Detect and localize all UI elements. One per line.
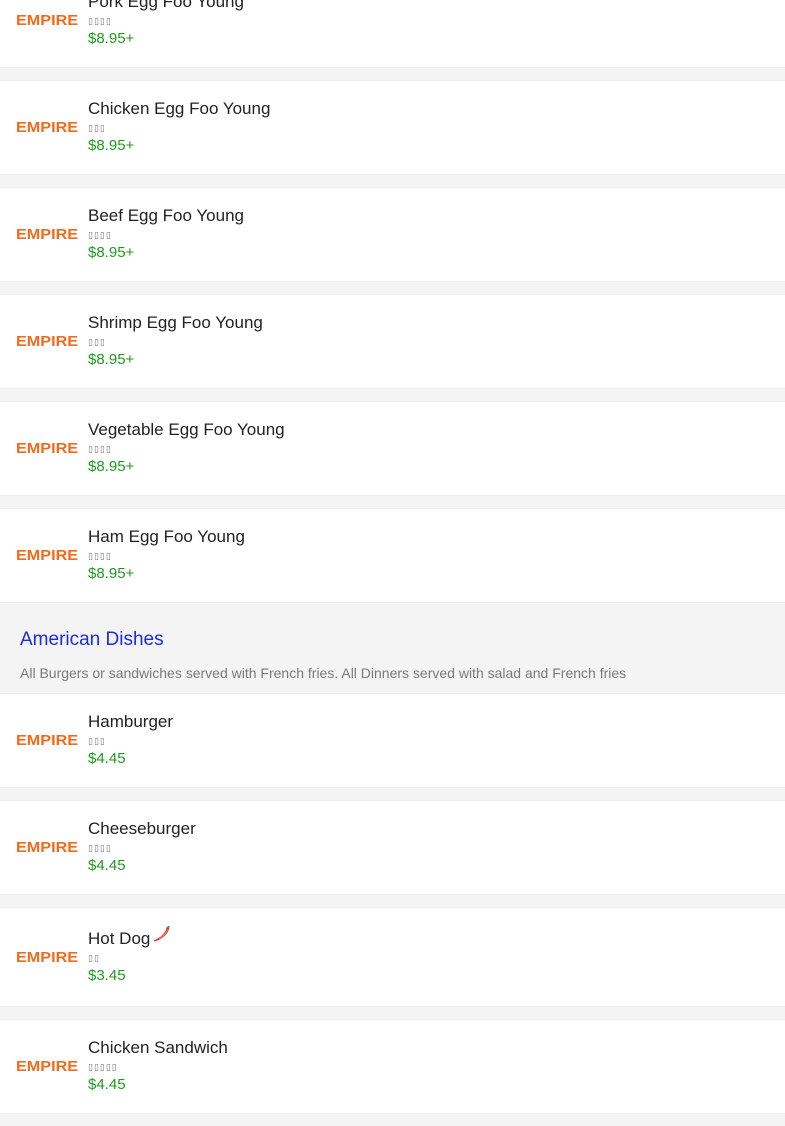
item-name: Beef Egg Foo Young	[88, 206, 244, 225]
item-chinese-name: ▯▯▯	[88, 337, 106, 347]
restaurant-logo: EMPIRE	[16, 12, 79, 30]
item-info: Chicken Egg Foo Young ▯▯▯ $8.95+	[88, 100, 270, 154]
item-price: $8.95+	[88, 351, 135, 368]
logo-text: EMPIRE	[16, 732, 79, 749]
section-title: American Dishes	[20, 629, 164, 650]
item-price: $8.95+	[88, 458, 135, 475]
item-chinese-name: ▯▯▯▯▯	[88, 1062, 118, 1072]
logo-text: EMPIRE	[16, 1058, 79, 1075]
chili-pepper-icon	[154, 926, 171, 942]
item-chinese-name: ▯▯▯▯	[88, 444, 112, 454]
item-name: Chicken Sandwich	[88, 1038, 228, 1057]
item-info: Beef Egg Foo Young ▯▯▯▯ $8.95+	[88, 207, 244, 261]
item-info: Pork Egg Foo Young ▯▯▯▯ $8.95+	[88, 0, 244, 47]
restaurant-logo: EMPIRE	[16, 226, 79, 244]
menu-item[interactable]: EMPIRE Cheeseburger ▯▯▯▯ $4.45	[0, 800, 785, 895]
item-name-row: Pork Egg Foo Young	[88, 0, 244, 11]
logo-text: EMPIRE	[16, 333, 79, 350]
menu-item[interactable]: EMPIRE Shrimp Egg Foo Young ▯▯▯ $8.95+	[0, 294, 785, 389]
item-price: $8.95+	[88, 565, 135, 582]
item-price: $4.45	[88, 750, 126, 767]
item-name: Vegetable Egg Foo Young	[88, 420, 285, 439]
item-name: Shrimp Egg Foo Young	[88, 313, 263, 332]
item-price: $8.95+	[88, 137, 135, 154]
restaurant-logo: EMPIRE	[16, 119, 79, 137]
menu-item[interactable]: EMPIRE Hot Dog ▯▯ $3.45	[0, 907, 785, 1007]
logo-text: EMPIRE	[16, 547, 79, 564]
item-name-row: Beef Egg Foo Young	[88, 207, 244, 225]
item-info: Shrimp Egg Foo Young ▯▯▯ $8.95+	[88, 314, 263, 368]
menu-item[interactable]: EMPIRE Chicken Sandwich ▯▯▯▯▯ $4.45	[0, 1019, 785, 1114]
item-chinese-name: ▯▯▯▯	[88, 16, 112, 26]
item-info: Ham Egg Foo Young ▯▯▯▯ $8.95+	[88, 528, 245, 582]
restaurant-logo: EMPIRE	[16, 333, 79, 351]
item-name: Cheeseburger	[88, 819, 196, 838]
menu-item[interactable]: EMPIRE Vegetable Egg Foo Young ▯▯▯▯ $8.9…	[0, 401, 785, 496]
logo-text: EMPIRE	[16, 839, 79, 856]
item-chinese-name: ▯▯▯▯	[88, 230, 112, 240]
item-price: $8.95+	[88, 30, 135, 47]
menu-item[interactable]: EMPIRE Pork Egg Foo Young ▯▯▯▯ $8.95+	[0, 0, 785, 68]
item-name: Pork Egg Foo Young	[88, 0, 244, 11]
item-price: $4.45	[88, 857, 126, 874]
item-price: $4.45	[88, 1076, 126, 1093]
restaurant-logo: EMPIRE	[16, 839, 79, 857]
item-info: Vegetable Egg Foo Young ▯▯▯▯ $8.95+	[88, 421, 285, 475]
restaurant-logo: EMPIRE	[16, 1058, 79, 1076]
logo-text: EMPIRE	[16, 226, 79, 243]
item-info: Cheeseburger ▯▯▯▯ $4.45	[88, 820, 196, 874]
logo-text: EMPIRE	[16, 119, 79, 136]
section-description: All Burgers or sandwiches served with Fr…	[20, 665, 627, 681]
item-name-row: Hot Dog	[88, 926, 173, 948]
item-chinese-name: ▯▯▯	[88, 123, 106, 133]
item-chinese-name: ▯▯▯▯	[88, 551, 112, 561]
item-name-row: Vegetable Egg Foo Young	[88, 421, 285, 439]
item-name-row: Shrimp Egg Foo Young	[88, 314, 263, 332]
restaurant-logo: EMPIRE	[16, 440, 79, 458]
item-chinese-name: ▯▯	[88, 953, 100, 963]
menu-item[interactable]: EMPIRE Hamburger ▯▯▯ $4.45	[0, 693, 785, 788]
item-name: Chicken Egg Foo Young	[88, 99, 271, 118]
item-name-row: Chicken Egg Foo Young	[88, 100, 270, 118]
item-name: Hot Dog	[88, 929, 151, 948]
item-name-row: Chicken Sandwich	[88, 1039, 228, 1057]
menu-list: EMPIRE Pork Egg Foo Young ▯▯▯▯ $8.95+ EM…	[0, 0, 785, 1126]
item-name-row: Hamburger	[88, 713, 173, 731]
logo-text: EMPIRE	[16, 948, 79, 966]
item-chinese-name: ▯▯▯▯	[88, 843, 112, 853]
item-name-row: Cheeseburger	[88, 820, 196, 838]
restaurant-logo: EMPIRE	[16, 732, 79, 750]
item-name-row: Ham Egg Foo Young	[88, 528, 245, 546]
restaurant-logo: EMPIRE	[16, 547, 79, 565]
logo-text: EMPIRE	[16, 12, 79, 29]
item-chinese-name: ▯▯▯	[88, 736, 106, 746]
section-header: American Dishes All Burgers or sandwiche…	[0, 603, 785, 693]
restaurant-logo: EMPIRE	[16, 948, 79, 966]
item-info: Hamburger ▯▯▯ $4.45	[88, 713, 173, 767]
item-info: Hot Dog ▯▯ $3.45	[88, 926, 173, 984]
menu-item[interactable]: EMPIRE Chicken Egg Foo Young ▯▯▯ $8.95+	[0, 80, 785, 175]
menu-item[interactable]: EMPIRE Ham Egg Foo Young ▯▯▯▯ $8.95+	[0, 508, 785, 603]
item-name: Hamburger	[88, 712, 174, 731]
item-name: Ham Egg Foo Young	[88, 527, 245, 546]
logo-text: EMPIRE	[16, 440, 79, 457]
menu-item[interactable]: EMPIRE Beef Egg Foo Young ▯▯▯▯ $8.95+	[0, 187, 785, 282]
item-price: $8.95+	[88, 244, 135, 261]
item-price: $3.45	[88, 967, 126, 984]
